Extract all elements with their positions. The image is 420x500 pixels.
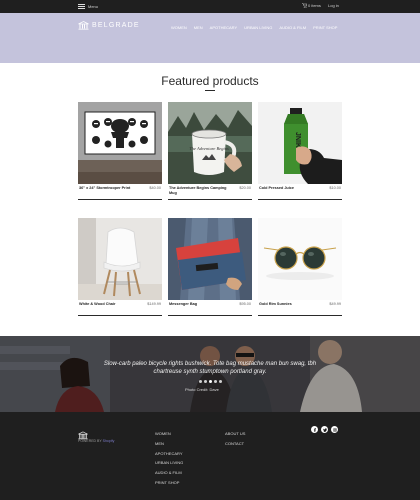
top-bar: Menu 0 items Log in [0, 0, 420, 13]
product-image [168, 218, 252, 300]
nav-item-audio-film[interactable]: AUDIO & FILM [279, 25, 306, 30]
product-name: 36" x 24" Stormtrooper Print [79, 186, 131, 190]
nav-item-apothecary[interactable]: APOTHECARY [210, 25, 238, 30]
brand-name: BELGRADE [92, 22, 140, 29]
juice-label-text: JNIK [294, 132, 301, 148]
product-price: $10.00 [329, 186, 341, 190]
powered-by-link[interactable]: Shopify [103, 439, 115, 443]
product-price: $149.99 [147, 302, 161, 306]
product-card[interactable]: 36" x 24" Stormtrooper Print $40.00 [78, 102, 162, 201]
site-header [0, 13, 420, 63]
testimonial-quote: Slow-carb paleo bicycle rights bushwick.… [103, 361, 317, 375]
product-divider [168, 315, 252, 316]
footer-link-print-shop[interactable]: PRINT SHOP [155, 478, 183, 488]
product-card[interactable]: Messenger Bag $95.00 [168, 218, 252, 317]
footer-column-shop: WOMEN MEN APOTHECARY URBAN LIVING AUDIO … [155, 429, 183, 488]
product-image [258, 218, 342, 300]
title-divider [205, 90, 215, 91]
menu-toggle[interactable]: Menu [78, 3, 98, 10]
product-price: $95.00 [239, 302, 251, 306]
product-divider [258, 199, 342, 200]
footer-link-about-us[interactable]: ABOUT US [225, 429, 245, 439]
product-card[interactable]: White & Wood Chair $149.99 [78, 218, 162, 317]
product-price: $49.99 [329, 302, 341, 306]
product-divider [78, 315, 162, 316]
cart-link[interactable]: 0 items [302, 3, 321, 8]
product-name: Gold Rim Sunnies [259, 302, 292, 306]
featured-title: Featured products [161, 74, 259, 88]
product-name: The Adventure Begins Camping Mug [169, 186, 227, 195]
carousel-dots [199, 380, 222, 383]
brand-logo[interactable]: BELGRADE [78, 21, 140, 30]
product-card[interactable]: Gold Rim Sunnies $49.99 [258, 218, 342, 317]
twitter-icon[interactable] [321, 426, 328, 433]
product-image [78, 102, 162, 184]
nav-item-men[interactable]: MEN [194, 25, 203, 30]
carousel-dot[interactable] [199, 380, 202, 383]
product-price: $20.00 [239, 186, 251, 190]
product-image [78, 218, 162, 300]
carousel-dot[interactable] [219, 380, 222, 383]
product-name: Messenger Bag [169, 302, 198, 306]
footer-link-men[interactable]: MEN [155, 439, 183, 449]
hamburger-icon [78, 4, 85, 9]
main-nav: WOMEN MEN APOTHECARY URBAN LIVING AUDIO … [171, 25, 337, 30]
nav-item-urban-living[interactable]: URBAN LIVING [244, 25, 272, 30]
product-card[interactable]: The Adventure Begins The Adventure Begin… [168, 102, 252, 201]
powered-by: POWERED BY Shopify [78, 439, 114, 443]
footer-link-contact[interactable]: CONTACT [225, 439, 245, 449]
product-name: Cold Pressed Juice [259, 186, 295, 190]
carousel-dot-active[interactable] [209, 380, 212, 383]
powered-by-label: POWERED BY [78, 439, 102, 443]
carousel-dot[interactable] [214, 380, 217, 383]
product-image: The Adventure Begins [168, 102, 252, 184]
belgrade-logo-icon [78, 21, 89, 30]
menu-label: Menu [88, 4, 99, 9]
facebook-icon[interactable] [311, 426, 318, 433]
site-footer [0, 412, 420, 500]
footer-link-urban-living[interactable]: URBAN LIVING [155, 458, 183, 468]
instagram-icon[interactable] [331, 426, 338, 433]
footer-link-women[interactable]: WOMEN [155, 429, 183, 439]
cart-count: 0 items [308, 3, 321, 8]
nav-item-print-shop[interactable]: PRINT SHOP [313, 25, 337, 30]
mug-print-text: The Adventure Begins [189, 146, 229, 151]
footer-link-audio-film[interactable]: AUDIO & FILM [155, 468, 183, 478]
product-card[interactable]: JNIK Cold Pressed Juice $10.00 [258, 102, 342, 201]
product-price: $40.00 [149, 186, 161, 190]
nav-item-women[interactable]: WOMEN [171, 25, 187, 30]
footer-column-info: ABOUT US CONTACT [225, 429, 245, 449]
product-divider [168, 199, 252, 200]
cart-icon [302, 3, 307, 8]
product-divider [78, 199, 162, 200]
social-links [311, 426, 338, 433]
login-link[interactable]: Log in [328, 3, 339, 8]
product-divider [258, 315, 342, 316]
carousel-dot[interactable] [204, 380, 207, 383]
product-image: JNIK [258, 102, 342, 184]
testimonial-caption: Photo Credit: Dave [185, 387, 219, 392]
product-name: White & Wood Chair [79, 302, 116, 306]
footer-link-apothecary[interactable]: APOTHECARY [155, 449, 183, 459]
